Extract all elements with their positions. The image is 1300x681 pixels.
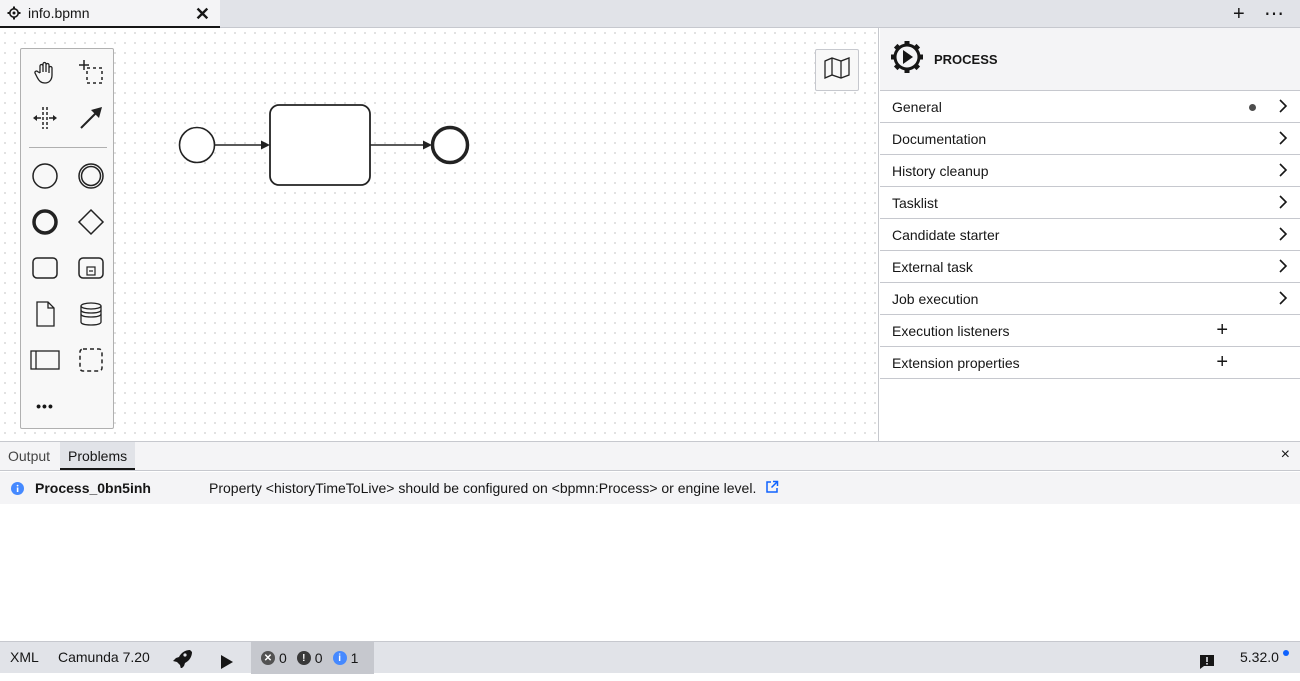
properties-header: PROCESS bbox=[880, 28, 1300, 91]
warning-count: 0 bbox=[314, 650, 323, 666]
tab-output[interactable]: Output bbox=[0, 442, 58, 470]
group-label: Tasklist bbox=[892, 194, 938, 211]
chevron-right-icon[interactable] bbox=[1278, 194, 1288, 213]
tab-problems[interactable]: Problems bbox=[60, 442, 136, 470]
status-bar: XML Camunda 7.20 ✕ 0 ! 0 i 1 5.32.0 bbox=[0, 641, 1300, 674]
version-button[interactable]: 5.32.0 bbox=[1240, 642, 1279, 674]
group-label: Job execution bbox=[892, 290, 979, 307]
properties-title: PROCESS bbox=[934, 51, 998, 67]
group-extension-properties[interactable]: Extension properties + bbox=[880, 347, 1300, 379]
add-icon[interactable]: + bbox=[1216, 352, 1228, 372]
update-badge bbox=[1283, 650, 1289, 656]
info-icon bbox=[11, 482, 24, 498]
chevron-right-icon[interactable] bbox=[1278, 162, 1288, 181]
end-event[interactable] bbox=[430, 125, 470, 165]
problem-element-id: Process_0bn5inh bbox=[35, 480, 151, 496]
close-tab-icon[interactable]: ✕ bbox=[195, 4, 210, 25]
group-label: Candidate starter bbox=[892, 226, 1000, 243]
group-label: Execution listeners bbox=[892, 322, 1010, 339]
bpmn-canvas[interactable]: ••• bbox=[0, 28, 879, 441]
add-icon[interactable]: + bbox=[1216, 320, 1228, 340]
has-data-indicator bbox=[1249, 104, 1256, 111]
minimap-toggle-button[interactable] bbox=[815, 49, 859, 91]
process-gear-icon bbox=[890, 40, 924, 79]
warning-icon: ! bbox=[296, 651, 311, 665]
bottom-panel: Output Problems × Process_0bn5inh Proper… bbox=[0, 441, 1300, 641]
tab-bar: info.bpmn ✕ + ⋯ bbox=[0, 0, 1300, 28]
run-play-icon[interactable] bbox=[220, 650, 234, 669]
info-count-icon: i bbox=[332, 651, 347, 665]
group-tasklist[interactable]: Tasklist bbox=[880, 187, 1300, 219]
properties-panel: PROCESS General Documentation History clea… bbox=[880, 28, 1300, 441]
chevron-right-icon[interactable] bbox=[1278, 290, 1288, 309]
group-label: Documentation bbox=[892, 130, 987, 147]
group-candidate-starter[interactable]: Candidate starter bbox=[880, 219, 1300, 251]
error-icon: ✕ bbox=[261, 651, 275, 665]
chevron-right-icon[interactable] bbox=[1278, 226, 1288, 245]
external-link-icon[interactable] bbox=[765, 480, 779, 497]
close-panel-icon[interactable]: × bbox=[1281, 446, 1290, 464]
new-tab-button[interactable]: + bbox=[1233, 2, 1245, 26]
file-tab[interactable]: info.bpmn ✕ bbox=[0, 0, 220, 28]
engine-version-button[interactable]: Camunda 7.20 bbox=[58, 642, 150, 674]
group-label: History cleanup bbox=[892, 162, 989, 179]
map-icon bbox=[824, 56, 850, 84]
chevron-right-icon[interactable] bbox=[1278, 130, 1288, 149]
group-general[interactable]: General bbox=[880, 91, 1300, 123]
start-event[interactable] bbox=[178, 126, 216, 164]
arrowhead bbox=[423, 140, 432, 150]
deploy-rocket-icon[interactable] bbox=[172, 648, 192, 669]
group-history-cleanup[interactable]: History cleanup bbox=[880, 155, 1300, 187]
group-external-task[interactable]: External task bbox=[880, 251, 1300, 283]
chevron-right-icon[interactable] bbox=[1278, 98, 1288, 117]
group-label: Extension properties bbox=[892, 354, 1020, 371]
problem-row[interactable]: Process_0bn5inh Property <historyTimeToL… bbox=[0, 472, 1300, 504]
gear-icon bbox=[6, 5, 22, 21]
group-label: External task bbox=[892, 258, 973, 275]
group-execution-listeners[interactable]: Execution listeners + bbox=[880, 315, 1300, 347]
arrowhead bbox=[261, 140, 270, 150]
chevron-right-icon[interactable] bbox=[1278, 258, 1288, 277]
problem-message: Property <historyTimeToLive> should be c… bbox=[209, 480, 757, 496]
error-count: 0 bbox=[279, 650, 287, 666]
group-job-execution[interactable]: Job execution bbox=[880, 283, 1300, 315]
more-options-button[interactable]: ⋯ bbox=[1264, 2, 1284, 26]
bpmn-diagram bbox=[178, 104, 470, 186]
panel-tabs: Output Problems × bbox=[0, 442, 1300, 471]
group-documentation[interactable]: Documentation bbox=[880, 123, 1300, 155]
xml-button[interactable]: XML bbox=[10, 642, 39, 674]
task[interactable] bbox=[269, 104, 371, 186]
group-label: General bbox=[892, 98, 942, 115]
tab-title: info.bpmn bbox=[28, 5, 90, 21]
problems-count-button[interactable]: ✕ 0 ! 0 i 1 bbox=[251, 642, 374, 674]
info-count: 1 bbox=[350, 650, 359, 666]
feedback-icon[interactable] bbox=[1199, 650, 1215, 669]
